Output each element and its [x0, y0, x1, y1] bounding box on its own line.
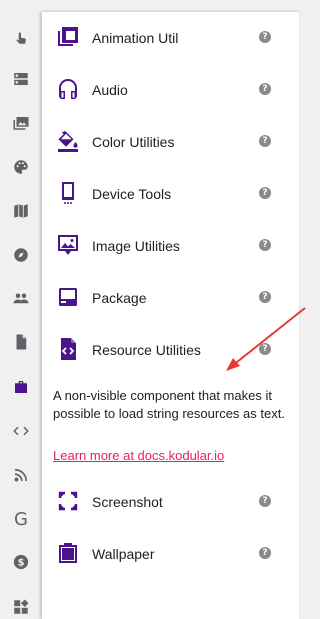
maps-icon[interactable]	[11, 201, 31, 221]
help-icon[interactable]: ?	[259, 547, 271, 559]
component-label: Screenshot	[92, 494, 163, 510]
docs-link[interactable]: Learn more at docs.kodular.io	[53, 447, 224, 465]
social-icon[interactable]	[11, 288, 31, 308]
layout-icon[interactable]	[11, 69, 31, 89]
feed-icon[interactable]	[11, 465, 31, 485]
component-audio[interactable]: Audio ?	[42, 64, 299, 116]
component-color-utilities[interactable]: Color Utilities ?	[42, 116, 299, 168]
monetization-icon[interactable]: $	[11, 552, 31, 572]
category-rail: G $	[0, 0, 42, 619]
component-wallpaper[interactable]: Wallpaper ?	[42, 528, 299, 580]
connectivity-icon[interactable]	[11, 421, 31, 441]
help-icon[interactable]: ?	[259, 343, 271, 355]
component-label: Color Utilities	[92, 134, 175, 150]
component-label: Package	[92, 290, 147, 306]
help-icon[interactable]: ?	[259, 31, 271, 43]
component-device-tools[interactable]: Device Tools ?	[42, 168, 299, 220]
help-icon[interactable]: ?	[259, 291, 271, 303]
help-icon[interactable]: ?	[259, 135, 271, 147]
extensions-icon[interactable]	[11, 597, 31, 617]
svg-text:$: $	[18, 557, 25, 568]
component-description: A non-visible component that makes it po…	[53, 388, 285, 421]
component-label: Animation Util	[92, 30, 179, 46]
component-label: Image Utilities	[92, 238, 180, 254]
component-resource-utilities[interactable]: Resource Utilities ?	[42, 324, 299, 376]
component-label: Device Tools	[92, 186, 172, 202]
help-icon[interactable]: ?	[259, 495, 271, 507]
package-icon	[56, 285, 80, 309]
phone-icon	[56, 181, 80, 205]
screenshot-icon	[56, 489, 80, 513]
utilities-icon[interactable]	[11, 377, 31, 397]
copy-icon	[56, 25, 80, 49]
headset-icon	[56, 77, 80, 101]
component-screenshot[interactable]: Screenshot ?	[42, 476, 299, 528]
google-icon[interactable]: G	[11, 509, 31, 530]
help-icon[interactable]: ?	[259, 83, 271, 95]
paint-bucket-icon	[56, 129, 80, 153]
code-file-icon	[56, 337, 80, 361]
component-animation-util[interactable]: Animation Util ?	[42, 12, 299, 64]
component-package[interactable]: Package ?	[42, 272, 299, 324]
component-palette: Animation Util ? Audio ? Color Utilities…	[42, 12, 299, 619]
help-icon[interactable]: ?	[259, 187, 271, 199]
help-icon[interactable]: ?	[259, 239, 271, 251]
component-label: Resource Utilities	[92, 342, 201, 358]
component-image-utilities[interactable]: Image Utilities ?	[42, 220, 299, 272]
component-label: Audio	[92, 82, 128, 98]
media-icon[interactable]	[11, 113, 31, 133]
image-frame-icon	[56, 233, 80, 257]
storage-icon[interactable]	[11, 332, 31, 352]
user-interface-icon[interactable]	[11, 27, 31, 47]
drawing-icon[interactable]	[11, 157, 31, 177]
wallpaper-icon	[56, 541, 80, 565]
component-label: Wallpaper	[92, 546, 155, 562]
sensors-icon[interactable]	[11, 245, 31, 265]
